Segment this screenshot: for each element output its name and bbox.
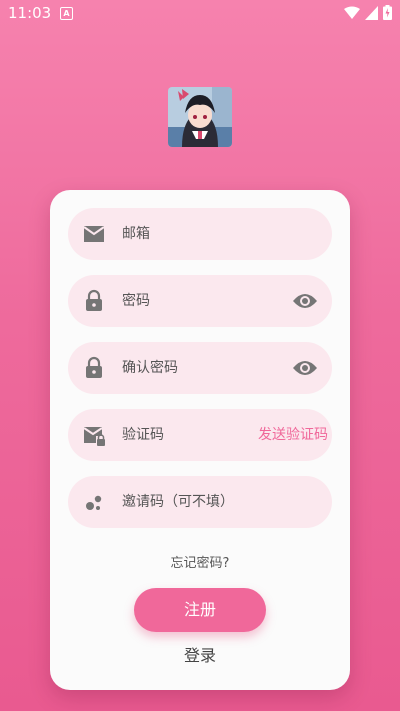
wifi-icon	[344, 6, 360, 19]
confirm-password-field[interactable]: 确认密码	[68, 342, 332, 394]
signal-icon	[365, 5, 378, 20]
status-bar: 11:03 A	[0, 0, 400, 26]
invite-code-label: 邀请码（可不填）	[122, 494, 234, 510]
status-time: 11:03	[8, 4, 52, 22]
bubbles-icon	[86, 495, 102, 510]
eye-icon[interactable]	[292, 289, 318, 313]
email-field[interactable]: 邮箱	[68, 208, 332, 260]
forgot-password-link[interactable]: 忘记密码?	[50, 552, 350, 571]
confirm-password-label: 确认密码	[122, 360, 178, 376]
password-field[interactable]: 密码	[68, 275, 332, 327]
email-label: 邮箱	[122, 226, 150, 242]
verification-code-label: 验证码	[122, 427, 164, 443]
lock-icon	[86, 356, 102, 378]
password-label: 密码	[122, 293, 150, 309]
eye-icon[interactable]	[292, 356, 318, 380]
mail-lock-icon	[83, 427, 105, 446]
status-icons	[344, 5, 392, 20]
email-icon	[83, 226, 105, 242]
register-card: 邮箱 密码 确认密码 验证码 发送验证码 邀请码（可不填） 忘记密码? 注册 登…	[50, 190, 350, 690]
verification-code-field[interactable]: 验证码 发送验证码	[68, 409, 332, 461]
send-code-button[interactable]: 发送验证码	[258, 409, 328, 461]
register-button[interactable]: 注册	[134, 588, 266, 632]
lock-icon	[86, 289, 102, 311]
notification-icon: A	[60, 7, 73, 20]
battery-icon	[383, 5, 392, 20]
invite-code-field[interactable]: 邀请码（可不填）	[68, 476, 332, 528]
avatar	[168, 87, 232, 147]
login-link[interactable]: 登录	[50, 642, 350, 666]
